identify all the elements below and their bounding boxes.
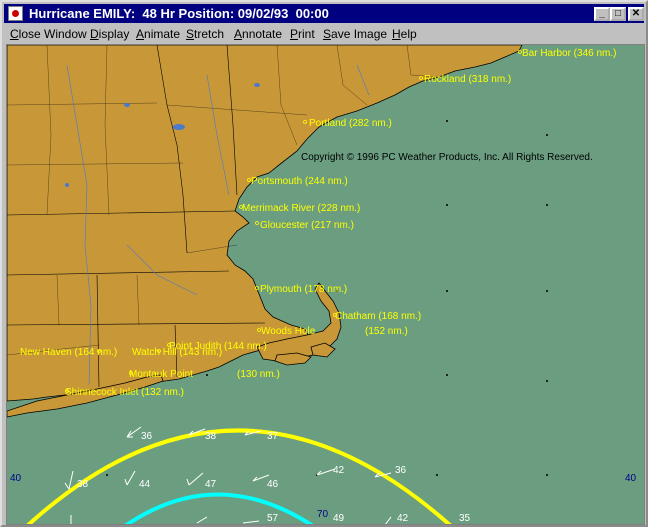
place-label: Woods Hole: [261, 326, 316, 337]
place-label: Portland (282 nm.): [309, 118, 392, 129]
pressure-label: 70: [317, 509, 329, 520]
wind-speed: 36: [395, 465, 407, 476]
menu-annotate[interactable]: Annotate: [234, 27, 282, 41]
menu-save-image[interactable]: Save Image: [323, 27, 387, 41]
wind-speed: 47: [205, 479, 217, 490]
wind-arrows: [64, 426, 392, 524]
wind-speed-labels: 36 38 37 42 36 38 44 47 46 42 57 49 35: [77, 431, 471, 524]
place-label: (130 nm.): [237, 369, 280, 380]
place-label: Point Judith (144 nm.): [169, 341, 267, 352]
title-bar[interactable]: Hurricane EMILY: 48 Hr Position: 09/02/9…: [4, 4, 644, 23]
wind-speed: 38: [205, 431, 217, 442]
window-title: Hurricane EMILY: 48 Hr Position: 09/02/9…: [29, 6, 329, 21]
wind-speed: 44: [139, 479, 151, 490]
wind-speed: 46: [267, 479, 279, 490]
place-label: Bar Harbor (346 nm.): [522, 48, 616, 59]
edge-label-left: 40: [10, 473, 22, 484]
menu-stretch[interactable]: Stretch: [186, 27, 224, 41]
app-window: Hurricane EMILY: 48 Hr Position: 09/02/9…: [0, 0, 648, 527]
inner-wind-ring: [124, 492, 314, 524]
place-label: Merrimack River (228 nm.): [242, 203, 360, 214]
wind-speed: 36: [141, 431, 153, 442]
place-label: Plymouth (178 nm.): [260, 284, 347, 295]
place-label: Chatham (168 nm.): [335, 311, 421, 322]
edge-label-right: 40: [625, 473, 637, 484]
minimize-button[interactable]: _: [594, 7, 610, 21]
place-label: Montauk Point: [129, 369, 193, 380]
menu-help[interactable]: Help: [392, 27, 417, 41]
map-view[interactable]: 36 38 37 42 36 38 44 47 46 42 57 49 35 7…: [6, 44, 645, 525]
menu-animate[interactable]: Animate: [136, 27, 180, 41]
wind-speed: 38: [77, 479, 89, 490]
menu-close-window[interactable]: Close Window: [10, 27, 87, 41]
menu-print[interactable]: Print: [290, 27, 315, 41]
place-label: Rockland (318 nm.): [424, 74, 511, 85]
copyright-notice: Copyright © 1996 PC Weather Products, In…: [301, 152, 593, 163]
maximize-button[interactable]: □: [610, 7, 626, 21]
place-label: Shinnecock Inlet (132 nm.): [65, 387, 184, 398]
menu-bar: Close Window Display Animate Stretch Ann…: [4, 24, 644, 43]
wind-speed: 42: [397, 513, 409, 524]
place-label: New Haven (164 nm.): [20, 347, 117, 358]
wind-speed: 49: [333, 513, 345, 524]
close-button[interactable]: ✕: [628, 7, 644, 21]
place-label: Portsmouth (244 nm.): [251, 176, 348, 187]
map-canvas: 36 38 37 42 36 38 44 47 46 42 57 49 35 7…: [7, 45, 637, 524]
wind-speed: 35: [459, 513, 471, 524]
wind-speed: 57: [267, 513, 279, 524]
outer-wind-ring: [26, 428, 452, 524]
hurricane-app-icon[interactable]: [8, 6, 23, 21]
place-label: Gloucester (217 nm.): [260, 220, 354, 231]
place-label: (152 nm.): [365, 326, 408, 337]
wind-speed: 42: [333, 465, 345, 476]
wind-speed: 37: [267, 431, 279, 442]
menu-display[interactable]: Display: [90, 27, 129, 41]
